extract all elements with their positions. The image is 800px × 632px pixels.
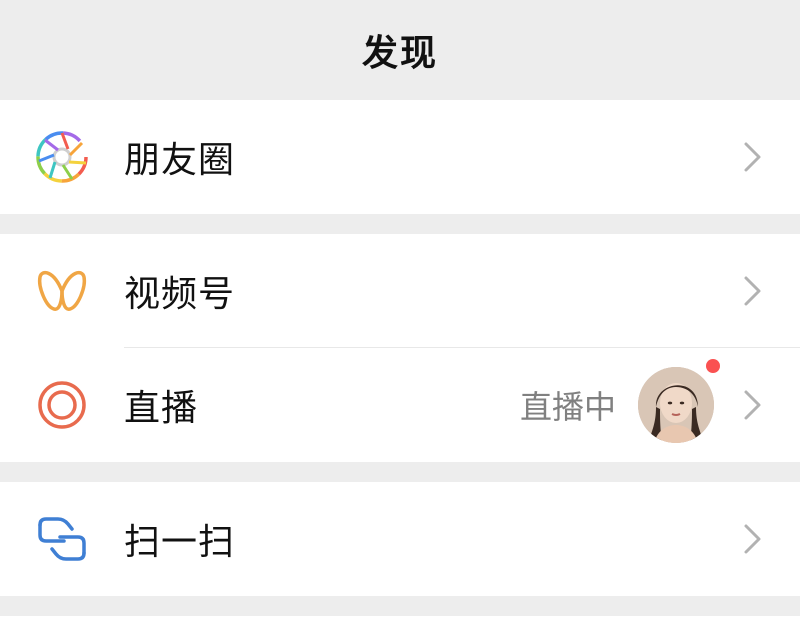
chevron-right-icon bbox=[742, 388, 764, 422]
menu-item-channels-label: 视频号 bbox=[124, 274, 236, 315]
menu-item-scan[interactable]: 扫一扫 bbox=[0, 482, 800, 596]
menu-item-channels[interactable]: 视频号 bbox=[0, 234, 800, 348]
moments-aperture-icon bbox=[34, 129, 90, 185]
live-badge-dot bbox=[702, 355, 724, 377]
menu-item-scan-label: 扫一扫 bbox=[124, 522, 236, 563]
menu-item-live[interactable]: 直播 直播中 bbox=[0, 348, 800, 462]
nav-bar: 发现 bbox=[0, 0, 800, 100]
avatar bbox=[638, 367, 714, 443]
menu-group-moments: 朋友圈 bbox=[0, 100, 800, 214]
chevron-right-icon bbox=[742, 274, 764, 308]
channels-icon bbox=[34, 263, 90, 319]
page-title: 发现 bbox=[361, 33, 438, 74]
live-icon bbox=[34, 377, 90, 433]
menu-item-moments-label: 朋友圈 bbox=[124, 140, 236, 181]
scan-icon bbox=[34, 511, 90, 567]
menu-group-channels-live: 视频号 直播 直播中 bbox=[0, 234, 800, 462]
menu-group-next bbox=[0, 616, 800, 632]
chevron-right-icon bbox=[742, 522, 764, 556]
live-status-text: 直播中 bbox=[519, 388, 616, 426]
menu-group-scan: 扫一扫 bbox=[0, 482, 800, 596]
menu-item-moments[interactable]: 朋友圈 bbox=[0, 100, 800, 214]
menu-item-live-label: 直播 bbox=[124, 388, 199, 429]
chevron-right-icon bbox=[742, 140, 764, 174]
